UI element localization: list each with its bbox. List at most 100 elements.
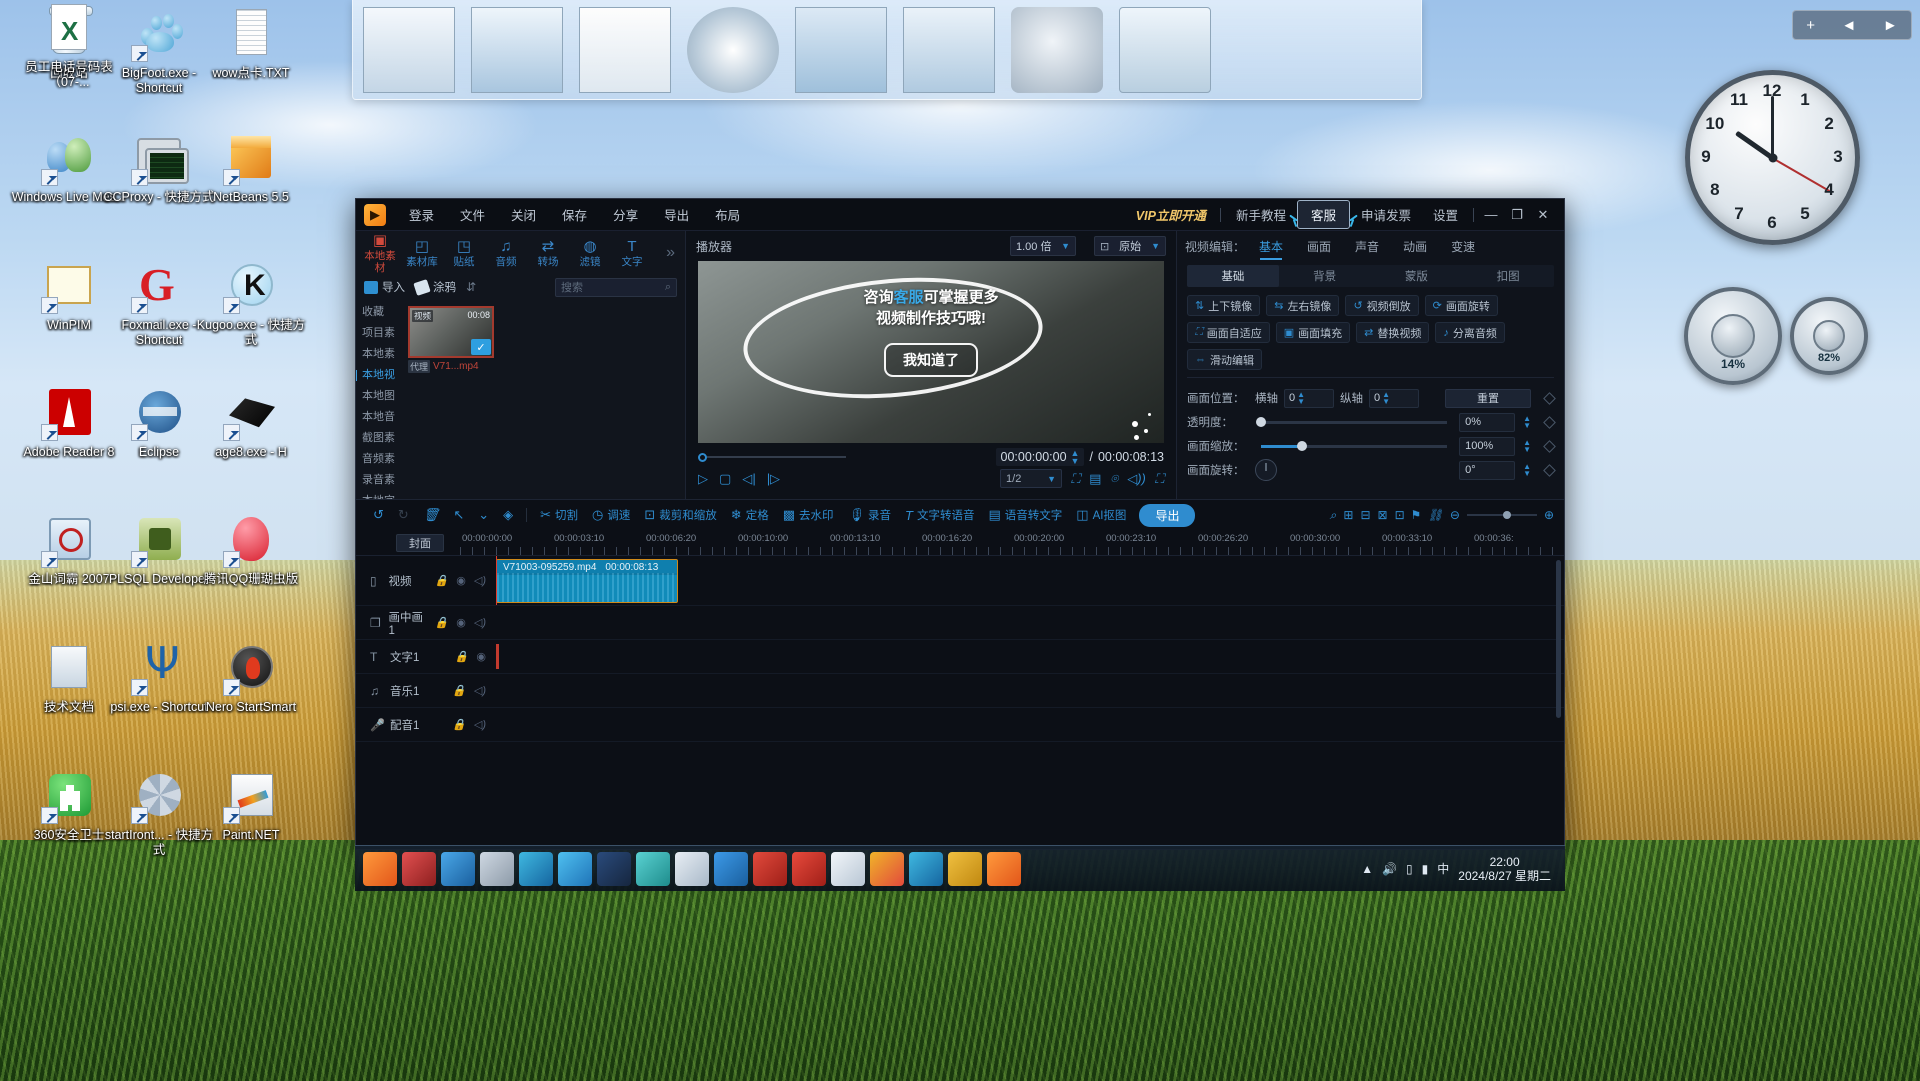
timeline-track[interactable]: ❐ 画中画1 🔒 ◉ ◁) — [356, 606, 1564, 640]
explorer-thumbnail-strip[interactable] — [352, 0, 1422, 100]
fullscreen-icon[interactable]: ⛶ — [1155, 471, 1164, 487]
taskbar-pdf-icon[interactable] — [753, 851, 787, 886]
timeline-tool-cut[interactable]: ✂ 切割 — [533, 507, 585, 523]
more-tabs-icon[interactable]: » — [666, 244, 681, 262]
strip-thumb[interactable] — [795, 6, 887, 93]
search-input[interactable]: 搜索 ⌕ — [555, 277, 677, 297]
invoice-link[interactable]: 申请发票 — [1350, 201, 1422, 228]
timeline-tool-stt[interactable]: ▤ 语音转文字 — [981, 507, 1069, 523]
desktop-icon[interactable]: age8.exe - H — [192, 385, 310, 460]
taskbar-skype-icon[interactable] — [519, 851, 553, 886]
playback-speed-select[interactable]: 1.00 倍 ▼ — [1010, 236, 1076, 256]
property-chip[interactable]: ⛶ 画面自适应 — [1187, 322, 1270, 343]
media-category-item[interactable]: 音频素 — [356, 449, 400, 470]
taskbar-clock[interactable]: 22:00 2024/8/27 星期二 — [1458, 855, 1551, 883]
time-stepper-icon[interactable]: ▲ ▼ — [1071, 449, 1080, 466]
media-category-item[interactable]: 录音素 — [356, 470, 400, 491]
close-button[interactable]: ✕ — [1530, 204, 1556, 226]
media-category-item[interactable]: 收藏 — [356, 302, 400, 323]
timeline-clip[interactable]: V71003-095259.mp4 00:00:08:13 — [496, 559, 678, 603]
strip-thumb-disc[interactable] — [687, 6, 779, 93]
cover-button[interactable]: 封面 — [396, 534, 444, 552]
vip-upgrade-button[interactable]: VIP立即开通 — [1126, 202, 1216, 227]
media-item[interactable]: 视频 00:08 ✓ 代理 V71...mp4 — [408, 306, 494, 374]
flag-icon[interactable]: ⚑ — [1412, 508, 1421, 522]
media-tab-sticker[interactable]: ◳ 贴纸 — [444, 238, 484, 268]
grid3-icon[interactable]: ⊠ — [1378, 508, 1388, 522]
eye-icon[interactable]: ◉ — [456, 616, 466, 629]
timeline-tool-ai-matting[interactable]: ◫ AI抠图 — [1069, 507, 1133, 523]
stop-icon[interactable]: ▢ — [719, 471, 731, 487]
opacity-value-field[interactable]: 0% — [1459, 412, 1516, 432]
position-x-input[interactable]: 0 ▲ ▼ — [1284, 388, 1334, 408]
taskbar-paint-icon[interactable] — [402, 851, 436, 886]
scale-slider-knob[interactable] — [1296, 441, 1307, 451]
preview-quality-select[interactable]: ⊡ 原始 ▼ — [1094, 236, 1166, 256]
taskbar-folder-icon[interactable] — [480, 851, 514, 886]
lock-icon[interactable]: 🔒 — [455, 650, 469, 663]
volume-icon[interactable]: ◁) — [474, 718, 486, 731]
keyframe-icon[interactable] — [1543, 439, 1556, 453]
taskbar-a-icon[interactable] — [831, 851, 865, 886]
property-chip[interactable]: ⇔ 滑动编辑 — [1187, 349, 1262, 370]
sort-icon[interactable]: ⇵ — [466, 280, 476, 294]
preview-stage[interactable]: 咨询客服可掌握更多 视频制作技巧哦! 我知道了 — [698, 261, 1164, 443]
strip-thumb[interactable] — [471, 6, 563, 93]
ruler-area[interactable]: 00:00:00:00 00:00:03:10 00:00:06:20 00:00:1… — [460, 530, 1564, 555]
property-subtab[interactable]: 基础 — [1187, 265, 1279, 287]
desktop-icon[interactable]: 腾讯QQ珊瑚虫版 — [192, 512, 310, 587]
scrub-bar[interactable] — [698, 452, 846, 462]
desktop-icon[interactable]: 员工电话号码表（07-... — [10, 0, 128, 90]
media-category-item[interactable]: 本地音 — [356, 407, 400, 428]
taskbar-chrome-alt-icon[interactable] — [636, 851, 670, 886]
grid2-icon[interactable]: ⊟ — [1360, 508, 1370, 522]
gadget-prev-icon[interactable]: ◄ — [1842, 17, 1857, 34]
strip-thumb[interactable] — [363, 6, 455, 93]
property-chip[interactable]: ↺ 视频倒放 — [1345, 295, 1419, 316]
keyframe-icon[interactable] — [1543, 415, 1556, 429]
property-subtab[interactable]: 扣图 — [1462, 265, 1554, 287]
tray-network-icon[interactable]: ▮ — [1422, 862, 1429, 876]
property-chip[interactable]: ⇅ 上下镜像 — [1187, 295, 1261, 316]
timeline-tool-crop[interactable]: ⊡ 裁剪和缩放 — [637, 507, 723, 523]
prev-frame-icon[interactable]: ◁| — [742, 471, 755, 487]
taskbar-photo-icon[interactable] — [558, 851, 592, 886]
tray-language-icon[interactable]: 中 — [1437, 860, 1449, 877]
menu-item[interactable]: 文件 — [447, 201, 498, 228]
desktop-icon[interactable]: Paint.NET — [192, 768, 310, 843]
rotate-value-field[interactable]: 0° — [1459, 460, 1516, 480]
timeline-track[interactable]: ▯ 视频 🔒 ◉ ◁) V71003-095259.mp4 00:00:08:13 — [356, 556, 1564, 606]
volume-icon[interactable]: ◁) — [474, 574, 486, 587]
track-body[interactable] — [496, 674, 1564, 707]
tray-battery-icon[interactable]: ▯ — [1406, 862, 1413, 876]
eye-icon[interactable]: ◉ — [476, 650, 486, 663]
zoom-ratio-select[interactable]: 1/2 ▼ — [1000, 469, 1063, 488]
lock-icon[interactable]: 🔒 — [435, 574, 449, 587]
track-body[interactable] — [496, 708, 1564, 741]
settings-link[interactable]: 设置 — [1422, 201, 1469, 228]
list-icon[interactable]: ▤ — [1089, 471, 1101, 487]
stepper-icon[interactable]: ▲ ▼ — [1382, 391, 1390, 406]
property-chip[interactable]: ⇄ 替换视频 — [1356, 322, 1430, 343]
menu-item[interactable]: 布局 — [702, 201, 753, 228]
timeline-tracks[interactable]: ▯ 视频 🔒 ◉ ◁) V71003-095259.mp4 00:00:08:13 ❐ 画中画1… — [356, 556, 1564, 849]
media-tab-text[interactable]: T 文字 — [612, 238, 652, 268]
volume-icon[interactable]: ◁)) — [1127, 471, 1146, 487]
opacity-slider-knob[interactable] — [1256, 417, 1266, 427]
eye-icon[interactable]: ◉ — [456, 574, 466, 587]
menu-item[interactable]: 导出 — [651, 201, 702, 228]
stepper-icon[interactable]: ▲ ▼ — [1297, 391, 1305, 406]
timeline-tool-record[interactable]: 🎙 录音 — [841, 507, 899, 523]
taskbar-globe-icon[interactable] — [909, 851, 943, 886]
play-icon[interactable]: ▷ — [698, 471, 708, 487]
zoom-fit-icon[interactable]: ⌕ — [1330, 508, 1337, 523]
chevron-down-icon[interactable]: ⌄ — [471, 507, 496, 523]
media-category-item[interactable]: 项目素 — [356, 323, 400, 344]
timeline-tool-speed[interactable]: ◷ 调速 — [585, 507, 637, 523]
desktop-icon[interactable]: Kugoo.exe - 快捷方式 — [192, 258, 310, 348]
delete-icon[interactable]: 🗑 — [416, 507, 447, 523]
property-tab[interactable]: 变速 — [1439, 234, 1487, 259]
zoom-slider-knob[interactable] — [1503, 511, 1512, 519]
rotate-dial[interactable] — [1255, 459, 1277, 481]
media-category-item[interactable]: 本地图 — [356, 386, 400, 407]
